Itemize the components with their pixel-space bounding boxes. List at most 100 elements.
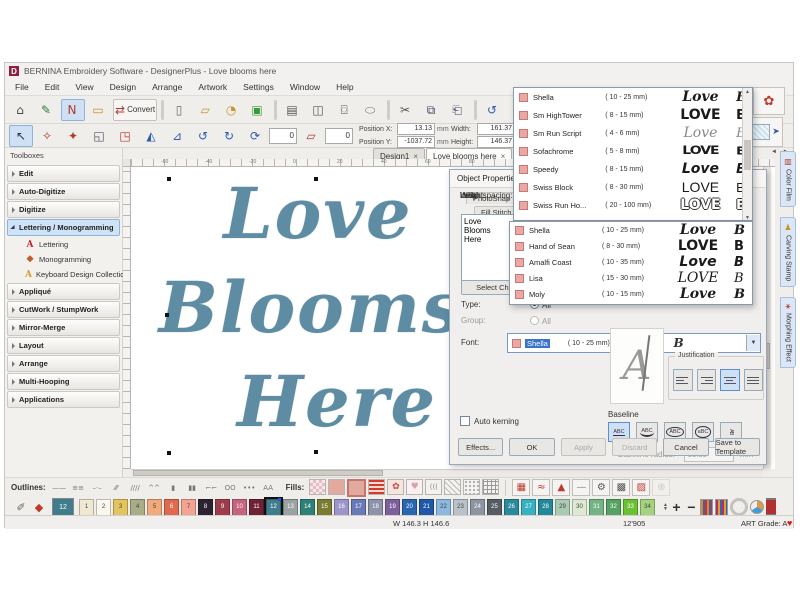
toolbar-button[interactable]: N (61, 99, 85, 121)
toolbox-item[interactable]: A Lettering (5, 237, 122, 252)
add-color-button[interactable]: + (670, 499, 683, 515)
outline-style-button[interactable]: //// (127, 480, 144, 496)
toolbar-button[interactable]: ⌂ (9, 99, 33, 121)
font-list-item[interactable]: Sofachrome ( 5 - 8 mm) LOVE B (514, 142, 752, 160)
effect-button[interactable]: ▩ (612, 479, 630, 496)
toolbox-item[interactable]: Mirror-Merge (7, 319, 120, 336)
toolbox-item[interactable]: Multi-Hooping (7, 373, 120, 390)
fill-style-button[interactable] (463, 479, 480, 495)
justification-button[interactable] (720, 369, 740, 391)
toolbar-button[interactable]: ⎗ (446, 99, 470, 121)
outline-style-button[interactable]: OO (222, 480, 239, 496)
effect-button[interactable]: ⊕ (652, 479, 670, 496)
position-x-input[interactable]: 13.13 (397, 123, 435, 135)
color-swatch[interactable]: 28 (538, 499, 553, 516)
effect-button[interactable]: ▦ (512, 479, 530, 496)
effect-button[interactable]: — (572, 479, 590, 496)
toolbar-button[interactable]: ⇄ Convert (113, 99, 157, 121)
dialog-button[interactable]: OK (509, 438, 554, 456)
toolbox-item[interactable]: Edit (7, 165, 120, 182)
color-picker-icon[interactable]: ✐ (13, 500, 29, 515)
toolbar-button[interactable]: ▭ (87, 99, 111, 121)
toolbar-button[interactable]: ▯ (168, 99, 192, 121)
outline-style-button[interactable]: —— (51, 480, 68, 496)
selection-handle[interactable] (314, 450, 318, 454)
color-wheel-outline-icon[interactable] (730, 498, 748, 516)
fill-style-button[interactable] (368, 479, 385, 495)
toolbox-item[interactable]: A Keyboard Design Collection (5, 267, 122, 282)
toolbar-button[interactable]: ▱ (194, 99, 218, 121)
outline-style-button[interactable]: –·– (89, 480, 106, 496)
font-list-item[interactable]: Amalfi Coast ( 10 - 35 mm) Love B (510, 254, 752, 270)
selection-handle[interactable] (167, 451, 171, 455)
color-swatch[interactable]: 11 (249, 499, 264, 516)
menu-item[interactable]: Arrange (152, 82, 182, 92)
toolbar-button[interactable] (274, 100, 277, 120)
dialog-button[interactable]: Effects... (458, 438, 503, 456)
toolbar-button[interactable]: ↖ (9, 125, 33, 147)
toolbox-item[interactable]: Applications (7, 391, 120, 408)
color-swatch[interactable]: 31 (589, 499, 604, 516)
color-swatch[interactable]: 29 (555, 499, 570, 516)
color-swatch[interactable]: 2 (96, 499, 111, 516)
outline-style-button[interactable]: ▮ (165, 480, 182, 496)
toolbar-button[interactable]: ✦ (61, 125, 85, 147)
current-color-swatch[interactable]: 12 (52, 498, 74, 516)
pattern-fill-button[interactable]: ➤ (749, 117, 783, 147)
outline-style-button[interactable]: ⌐⌐ (203, 480, 220, 496)
toolbar-button[interactable]: ◱ (87, 125, 111, 147)
outline-style-button[interactable]: ••• (241, 480, 258, 496)
menu-item[interactable]: Window (290, 82, 320, 92)
toolbox-item[interactable]: Arrange (7, 355, 120, 372)
outline-style-button[interactable]: ^^ (146, 480, 163, 496)
fill-style-button[interactable] (328, 479, 345, 495)
color-swatch[interactable]: 9 (215, 499, 230, 516)
paint-bucket-icon[interactable]: ◆ (31, 500, 47, 515)
fill-style-button[interactable] (347, 479, 366, 497)
position-y-input[interactable]: -1037.72 (397, 136, 435, 148)
menu-item[interactable]: File (15, 82, 29, 92)
effect-button[interactable]: ⚙ (592, 479, 610, 496)
color-swatch[interactable]: 7 (181, 499, 196, 516)
toolbar-button[interactable]: ✧ (35, 125, 59, 147)
toolbar-button[interactable] (387, 100, 390, 120)
toolbar-button[interactable]: ⬭ (359, 99, 383, 121)
fill-style-button[interactable]: ♥ (406, 479, 423, 495)
scroll-thumb[interactable] (744, 140, 751, 170)
selection-handle[interactable] (167, 177, 171, 181)
toolbar-button[interactable]: ↻ (217, 125, 241, 147)
toolbox-item[interactable]: Layout (7, 337, 120, 354)
color-swatch[interactable]: 20 (402, 499, 417, 516)
menu-item[interactable]: Edit (45, 82, 60, 92)
outline-style-button[interactable]: AA (260, 480, 277, 496)
toolbar-button[interactable]: ◭ (139, 125, 163, 147)
toolbar-button[interactable]: ▣ (246, 99, 270, 121)
toolbar-button[interactable]: ⌼ (333, 99, 357, 121)
toolbar-button[interactable] (161, 100, 164, 120)
menu-item[interactable]: Help (336, 82, 353, 92)
dialog-button[interactable]: Save to Template (715, 438, 760, 456)
toolbar-button[interactable]: ↺ (481, 99, 505, 121)
color-swatch[interactable]: 24 (470, 499, 485, 516)
skew-input[interactable]: 0 (325, 128, 353, 144)
menu-item[interactable]: Settings (243, 82, 274, 92)
menu-item[interactable]: View (75, 82, 93, 92)
toolbox-item[interactable]: Appliqué (7, 283, 120, 300)
color-swatch[interactable]: 5 (147, 499, 162, 516)
effect-button[interactable]: ▨ (632, 479, 650, 496)
fill-style-button[interactable]: ✿ (387, 479, 404, 495)
toolbar-button[interactable]: ▤ (281, 99, 305, 121)
toolbox-item[interactable]: Lettering / Monogramming (7, 219, 120, 236)
color-swatch[interactable]: 17 (351, 499, 366, 516)
color-swatch[interactable]: 14 (300, 499, 315, 516)
color-swatch[interactable]: 15 (317, 499, 332, 516)
palette-spinner[interactable]: ▲▼ (663, 503, 668, 511)
skew-icon[interactable]: ▱ (299, 125, 323, 147)
font-list-item[interactable]: Sm HighTower ( 8 - 15 mm) LOVE B (514, 106, 752, 124)
color-swatch[interactable]: 8 (198, 499, 213, 516)
color-swatch[interactable]: 10 (232, 499, 247, 516)
toolbar-button[interactable]: ✂ (394, 99, 418, 121)
embroidery-text[interactable]: LoveBloomsHere (131, 167, 491, 467)
fill-style-button[interactable] (444, 479, 461, 495)
selection-handle[interactable] (314, 177, 318, 181)
